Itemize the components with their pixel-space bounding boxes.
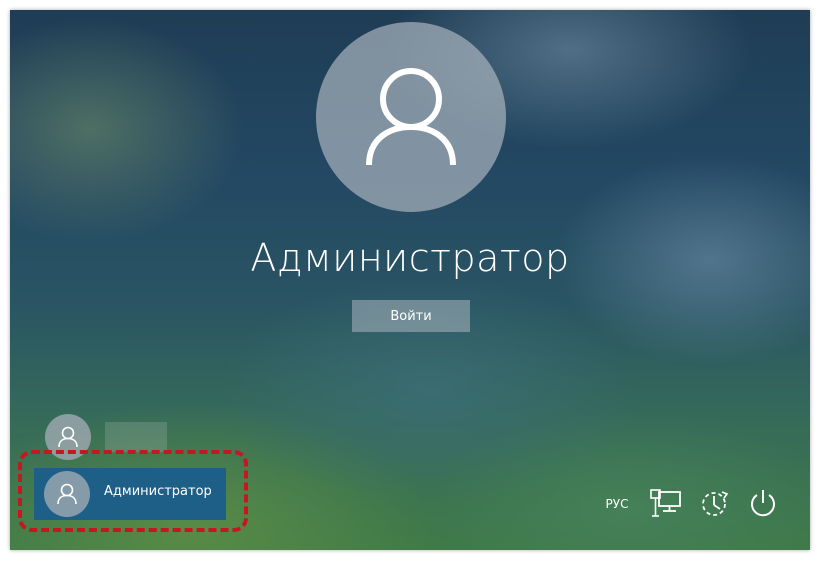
other-user-name-redacted [105, 422, 167, 452]
sign-in-button[interactable]: Войти [352, 300, 470, 332]
ease-of-access-button[interactable] [694, 484, 734, 524]
current-user-avatar [316, 22, 506, 212]
network-icon [650, 489, 681, 517]
selected-user-avatar [44, 471, 90, 517]
power-button[interactable] [743, 484, 783, 524]
ease-of-access-icon [702, 491, 729, 516]
selected-user-name: Администратор [104, 484, 212, 499]
power-icon [751, 490, 775, 517]
network-button[interactable] [646, 484, 686, 524]
language-indicator[interactable]: РУС [602, 484, 632, 524]
lock-screen: Администратор Войти Администратор РУС [10, 10, 810, 550]
user-icon [58, 426, 78, 448]
user-icon [57, 483, 77, 505]
current-user-name: Администратор [250, 236, 570, 280]
user-list-item-selected[interactable]: Администратор [34, 468, 226, 520]
user-icon [366, 68, 456, 166]
